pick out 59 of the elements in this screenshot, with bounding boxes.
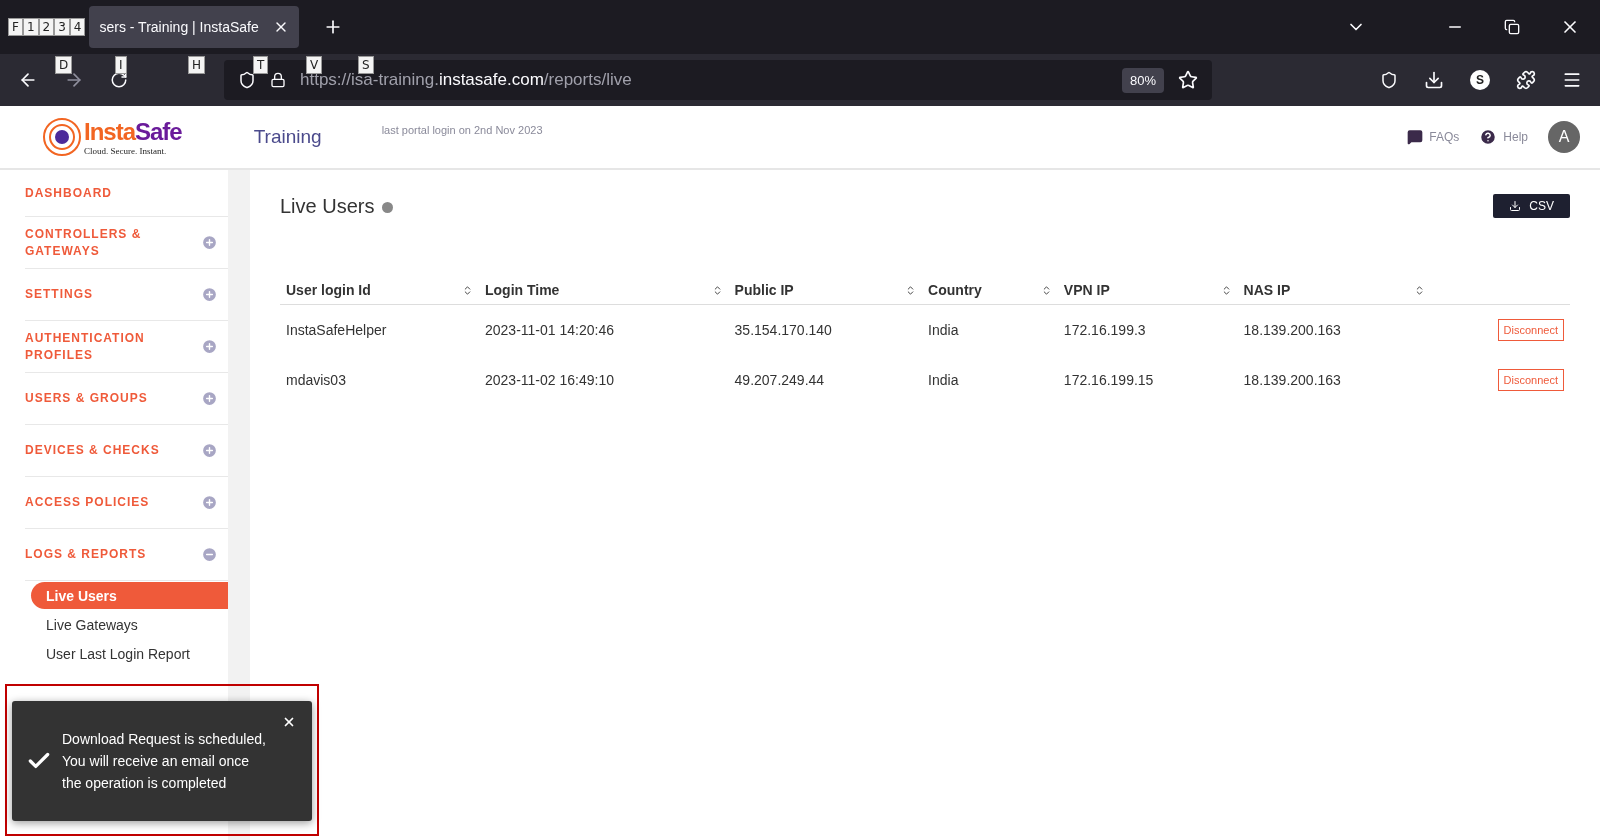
table-cell: InstaSafeHelper bbox=[280, 304, 479, 355]
column-header[interactable]: Login Time bbox=[479, 276, 729, 305]
disconnect-button[interactable]: Disconnect bbox=[1497, 369, 1564, 391]
download-icon[interactable] bbox=[1424, 70, 1444, 90]
hint-label: V bbox=[306, 56, 323, 74]
tenant-name: Training bbox=[253, 126, 322, 148]
extensions-icon[interactable] bbox=[1516, 70, 1536, 90]
table-cell: 2023-11-01 14:20:46 bbox=[479, 304, 729, 355]
hint-label: I bbox=[115, 56, 127, 74]
table-cell: 18.139.200.163 bbox=[1237, 304, 1432, 355]
lock-icon bbox=[270, 72, 286, 88]
hint-label: F bbox=[8, 18, 23, 36]
header-link[interactable]: Help bbox=[1479, 128, 1528, 146]
star-icon[interactable] bbox=[1178, 70, 1198, 90]
hint-label: H bbox=[188, 56, 206, 74]
table-cell-text: India bbox=[927, 371, 960, 390]
menu-icon[interactable] bbox=[1562, 70, 1582, 90]
column-header[interactable]: Country bbox=[922, 276, 1058, 305]
close-icon[interactable] bbox=[282, 715, 296, 729]
page-title: Live Users bbox=[280, 194, 394, 218]
column-header[interactable]: Public IP bbox=[728, 276, 923, 305]
restore-icon[interactable] bbox=[1504, 19, 1520, 35]
table-cell: 172.16.199.3 bbox=[1057, 304, 1238, 355]
download-icon bbox=[1509, 200, 1522, 212]
toast-message: Download Request is scheduled, You will receive an email once the operation is completed bbox=[62, 730, 267, 793]
table-cell-text: 172.16.199.15 bbox=[1062, 371, 1155, 390]
sidebar-subitem[interactable]: Live Gateways bbox=[31, 611, 228, 638]
logo-tagline: Cloud. Secure. Instant. bbox=[84, 146, 168, 156]
sidebar-subitem[interactable]: User Last Login Report bbox=[31, 640, 228, 667]
table-cell-text: mdavis03 bbox=[285, 371, 347, 390]
header-link[interactable]: FAQs bbox=[1407, 129, 1460, 145]
column-header[interactable]: NAS IP bbox=[1237, 276, 1432, 305]
browser-tab[interactable]: sers - Training | InstaSafe bbox=[89, 6, 299, 48]
table-cell-text: 18.139.200.163 bbox=[1242, 371, 1342, 390]
chat-icon bbox=[1407, 129, 1424, 145]
shield-icon[interactable] bbox=[238, 71, 256, 89]
profile-avatar[interactable]: S bbox=[1470, 70, 1490, 90]
info-icon[interactable] bbox=[382, 201, 394, 213]
logo-icon bbox=[42, 117, 82, 157]
table-cell: India bbox=[922, 304, 1058, 355]
csv-button[interactable]: CSV bbox=[1493, 194, 1570, 218]
table-cell: 35.154.170.140 bbox=[728, 304, 923, 355]
sort-icon bbox=[462, 284, 473, 296]
table-cell-text: 2023-11-02 16:49:10 bbox=[484, 371, 615, 390]
reload-icon[interactable] bbox=[110, 71, 128, 89]
hint-label: S bbox=[358, 56, 374, 74]
zoom-level[interactable]: 80% bbox=[1121, 67, 1164, 93]
user-avatar[interactable]: A bbox=[1548, 121, 1580, 153]
hint-label: 3 bbox=[54, 18, 70, 36]
column-header[interactable]: User login Id bbox=[280, 276, 479, 305]
last-login-text: last portal login on 2nd Nov 2023 bbox=[381, 124, 543, 136]
hint-label: D bbox=[55, 56, 73, 74]
disconnect-button[interactable]: Disconnect bbox=[1497, 319, 1564, 341]
help-icon bbox=[1479, 128, 1498, 146]
logo-name: InstaSafe bbox=[84, 118, 182, 146]
sidebar-subitem[interactable]: Live Users bbox=[31, 582, 228, 609]
hint-label: T bbox=[253, 56, 269, 74]
table-cell-text: 49.207.249.44 bbox=[733, 371, 826, 390]
column-header[interactable]: VPN IP bbox=[1057, 276, 1238, 305]
